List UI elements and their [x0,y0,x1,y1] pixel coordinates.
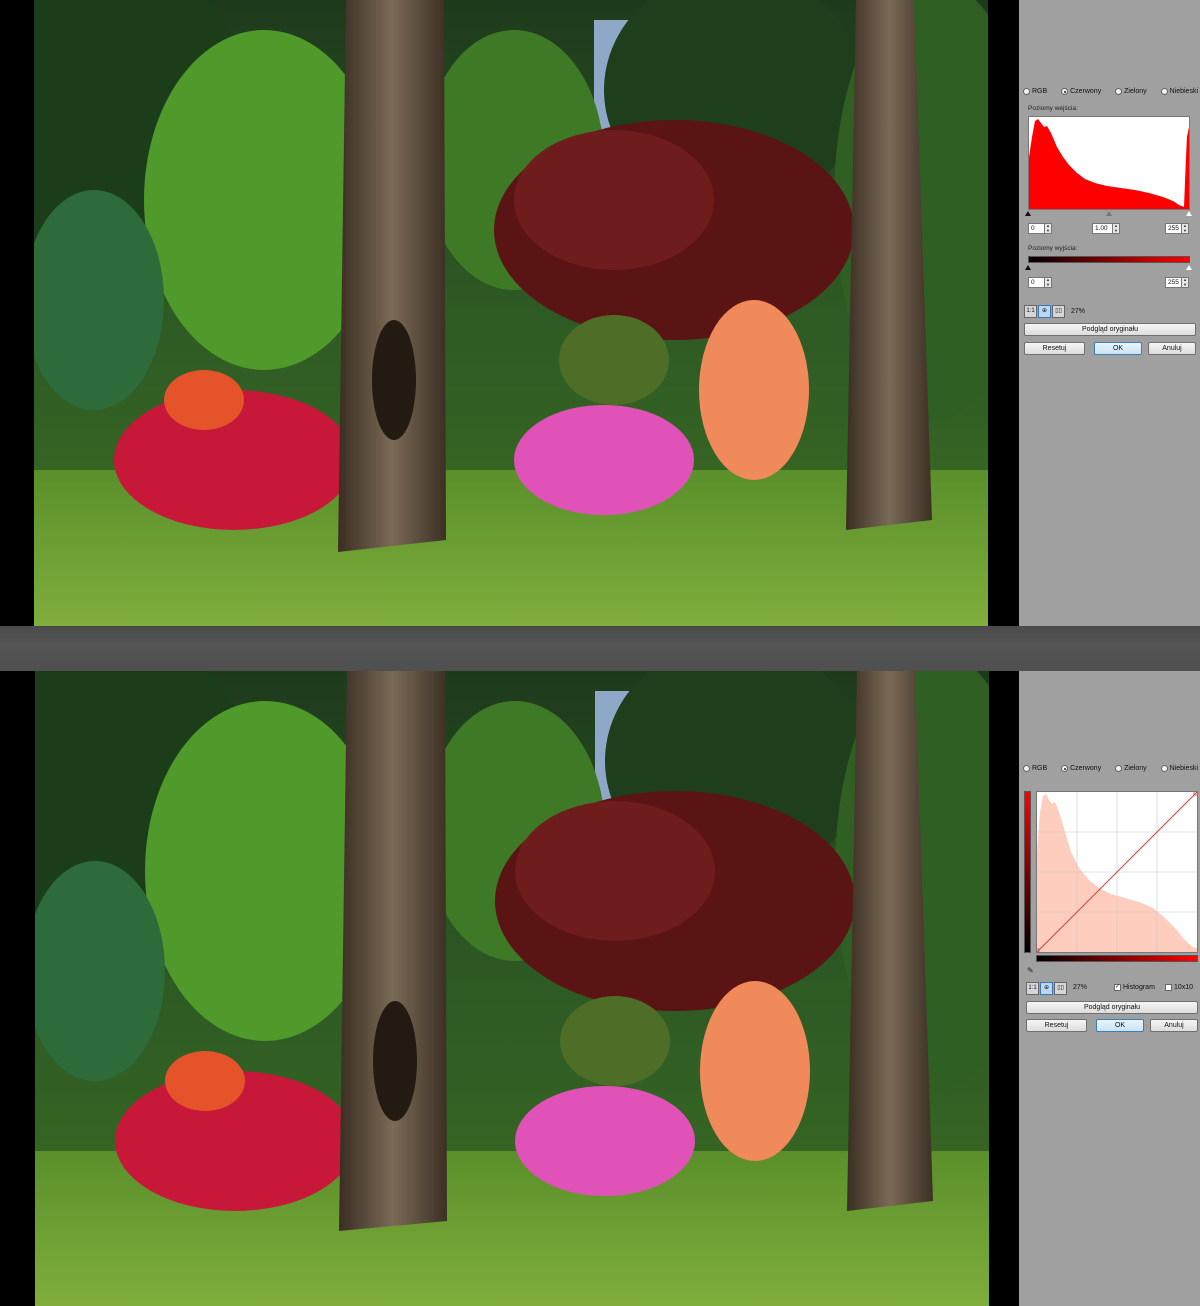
input-gamma-handle[interactable] [1106,211,1112,216]
spin-down-icon[interactable]: ▼ [1045,282,1051,288]
channel-radio-blue[interactable]: Niebieski [1160,765,1198,772]
channel-label: Zielony [1124,88,1147,95]
spin-value[interactable]: 255 [1165,277,1182,288]
window-divider [0,626,1200,671]
channel-radio-blue[interactable]: Niebieski [1160,88,1198,95]
output-gradient-bar [1028,256,1190,263]
reset-button[interactable]: Resetuj [1024,342,1085,355]
split-view-button[interactable]: ▯▯ [1054,982,1067,995]
photo-preview-curves [35,671,989,1306]
output-black-handle[interactable] [1025,265,1031,270]
curves-panel: RGB Czerwony Zielony Niebieski ✎ 1:1 ⊕ ▯… [1019,671,1200,1306]
zoom-level: 27% [1073,984,1088,991]
input-black-field[interactable]: 0 ▲ ▼ [1028,223,1052,234]
spin-value[interactable]: 0 [1028,277,1045,288]
output-white-handle[interactable] [1186,265,1192,270]
preview-original-button[interactable]: Podgląd oryginału [1024,323,1196,336]
zoom-fit-button[interactable]: ⊕ [1040,982,1053,995]
output-levels-label: Poziomy wyjścia: [1028,245,1078,252]
spin-value[interactable]: 255 [1165,223,1182,234]
channel-label: RGB [1032,88,1048,95]
channel-label: Czerwony [1070,88,1102,95]
radio-dot [1061,88,1069,95]
radio-dot [1115,88,1123,95]
channel-label: RGB [1032,765,1048,772]
channel-radio-red[interactable]: Czerwony [1061,765,1101,772]
channel-label: Niebieski [1169,88,1198,95]
radio-dot [1115,765,1123,772]
input-levels-slider[interactable] [1025,211,1192,217]
red-histogram-fill [1029,119,1189,209]
input-gamma-field[interactable]: 1.00 ▲ ▼ [1092,223,1120,234]
input-histogram [1028,116,1190,210]
channel-label: Czerwony [1070,765,1102,772]
input-gradient-bar [1036,955,1198,962]
radio-dot [1160,88,1168,95]
channel-selector: RGB Czerwony Zielony Niebieski [1023,88,1198,95]
checkbox-checked-icon[interactable]: ✓ [1114,984,1121,991]
output-gradient-vertical [1024,791,1031,953]
curves-graph[interactable] [1036,791,1198,953]
ok-button[interactable]: OK [1094,342,1142,355]
channel-radio-green[interactable]: Zielony [1115,765,1147,772]
channel-selector: RGB Czerwony Zielony Niebieski [1023,765,1198,772]
cancel-button[interactable]: Anuluj [1150,1019,1198,1032]
output-black-field[interactable]: 0 ▲ ▼ [1028,277,1052,288]
split-view-button[interactable]: ▯▯ [1052,305,1065,318]
zoom-actual-size-button[interactable]: 1:1 [1026,982,1039,995]
histogram-checkbox[interactable]: ✓ Histogram [1114,984,1155,991]
radio-dot [1023,765,1030,772]
output-white-field[interactable]: 255 ▲ ▼ [1165,277,1189,288]
spin-arrows[interactable]: ▲ ▼ [1045,277,1052,288]
spin-arrows[interactable]: ▲ ▼ [1113,223,1120,234]
spin-down-icon[interactable]: ▼ [1113,228,1119,234]
photo-preview-levels [34,0,988,626]
zoom-level: 27% [1071,308,1086,315]
checkbox-box[interactable] [1165,984,1172,991]
input-white-field[interactable]: 255 ▲ ▼ [1165,223,1189,234]
ok-button[interactable]: OK [1096,1019,1144,1032]
cancel-button[interactable]: Anuluj [1148,342,1196,355]
channel-radio-rgb[interactable]: RGB [1023,765,1047,772]
levels-editor-window: RGB Czerwony Zielony Niebieski Poziomy w… [0,0,1200,626]
levels-panel: RGB Czerwony Zielony Niebieski Poziomy w… [1019,0,1200,626]
spin-value[interactable]: 1.00 [1092,223,1113,234]
checkbox-label: 10x10 [1174,984,1194,991]
zoom-fit-button[interactable]: ⊕ [1038,305,1051,318]
channel-radio-red[interactable]: Czerwony [1061,88,1101,95]
channel-label: Niebieski [1169,765,1198,772]
grid-10x10-checkbox[interactable]: 10x10 [1165,984,1193,991]
radio-dot [1061,765,1069,772]
input-black-handle[interactable] [1025,211,1031,216]
radio-dot [1160,765,1168,772]
channel-radio-rgb[interactable]: RGB [1023,88,1047,95]
spin-value[interactable]: 0 [1028,223,1045,234]
output-levels-slider[interactable] [1025,265,1192,271]
spin-down-icon[interactable]: ▼ [1182,228,1188,234]
input-white-handle[interactable] [1186,211,1192,216]
preview-original-button[interactable]: Podgląd oryginału [1026,1001,1198,1014]
spin-arrows[interactable]: ▲ ▼ [1182,277,1189,288]
spin-arrows[interactable]: ▲ ▼ [1182,223,1189,234]
spin-down-icon[interactable]: ▼ [1045,228,1051,234]
channel-radio-green[interactable]: Zielony [1115,88,1147,95]
eyedropper-icon[interactable]: ✎ [1027,966,1034,975]
input-levels-label: Poziomy wejścia: [1028,105,1078,112]
checkbox-label: Histogram [1123,984,1155,991]
zoom-actual-size-button[interactable]: 1:1 [1024,305,1037,318]
spin-arrows[interactable]: ▲ ▼ [1045,223,1052,234]
curves-editor-window: RGB Czerwony Zielony Niebieski ✎ 1:1 ⊕ ▯… [0,671,1200,1306]
reset-button[interactable]: Resetuj [1026,1019,1087,1032]
radio-dot [1023,88,1030,95]
spin-down-icon[interactable]: ▼ [1182,282,1188,288]
channel-label: Zielony [1124,765,1147,772]
